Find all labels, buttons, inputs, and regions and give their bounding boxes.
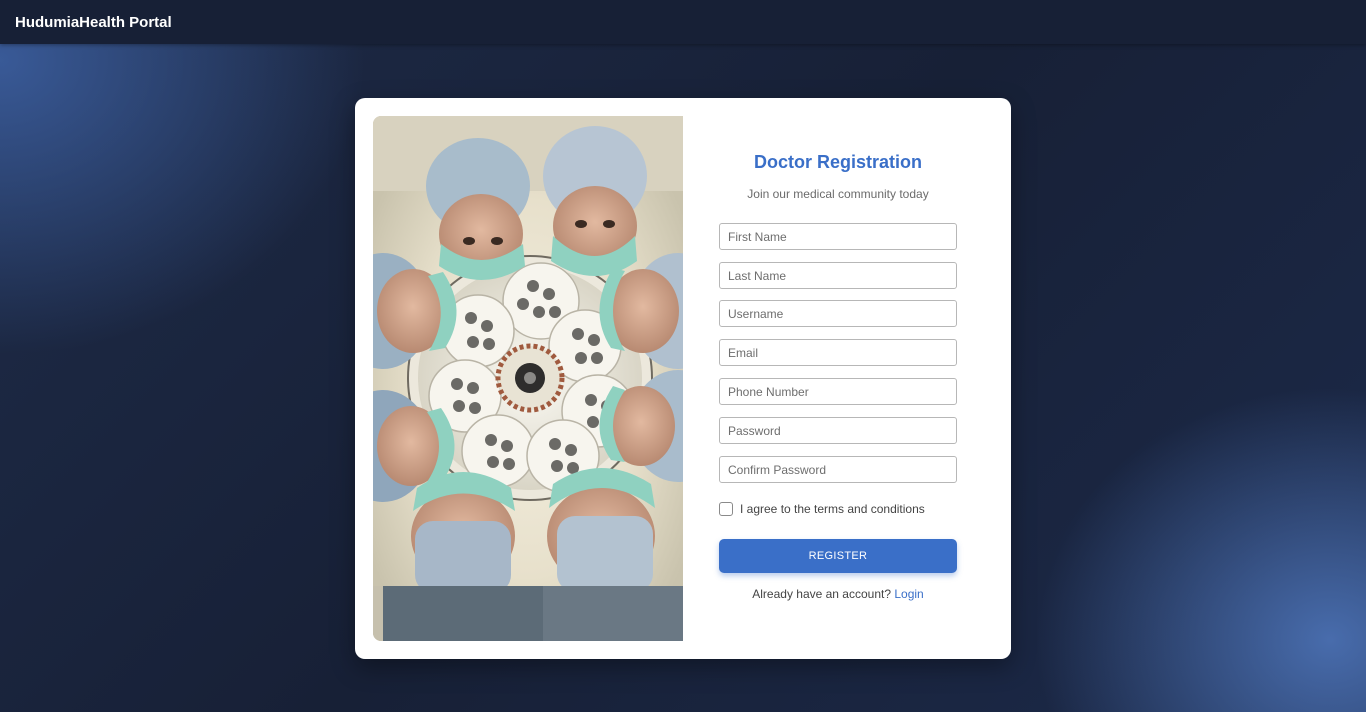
phone-number-input[interactable]: [719, 378, 957, 405]
surgeons-illustration: [373, 116, 683, 641]
top-navbar: HudumiaHealth Portal: [0, 0, 1366, 44]
confirm-password-input[interactable]: [719, 456, 957, 483]
registration-card: Doctor Registration Join our medical com…: [355, 98, 1011, 659]
register-button[interactable]: REGISTER: [719, 539, 957, 573]
form-subtitle: Join our medical community today: [747, 187, 929, 201]
first-name-input[interactable]: [719, 223, 957, 250]
terms-label[interactable]: I agree to the terms and conditions: [740, 502, 925, 516]
login-prompt-row: Already have an account? Login: [719, 587, 957, 601]
brand-title[interactable]: HudumiaHealth Portal: [15, 14, 172, 31]
terms-checkbox[interactable]: [719, 502, 733, 516]
username-input[interactable]: [719, 300, 957, 327]
terms-row: I agree to the terms and conditions: [719, 502, 925, 516]
last-name-input[interactable]: [719, 262, 957, 289]
form-title: Doctor Registration: [753, 152, 922, 172]
login-link[interactable]: Login: [894, 587, 923, 601]
email-input[interactable]: [719, 339, 957, 366]
surgeons-photo: [373, 116, 683, 641]
password-input[interactable]: [719, 417, 957, 444]
registration-form: Doctor Registration Join our medical com…: [719, 98, 957, 659]
login-prompt-text: Already have an account?: [752, 587, 892, 601]
